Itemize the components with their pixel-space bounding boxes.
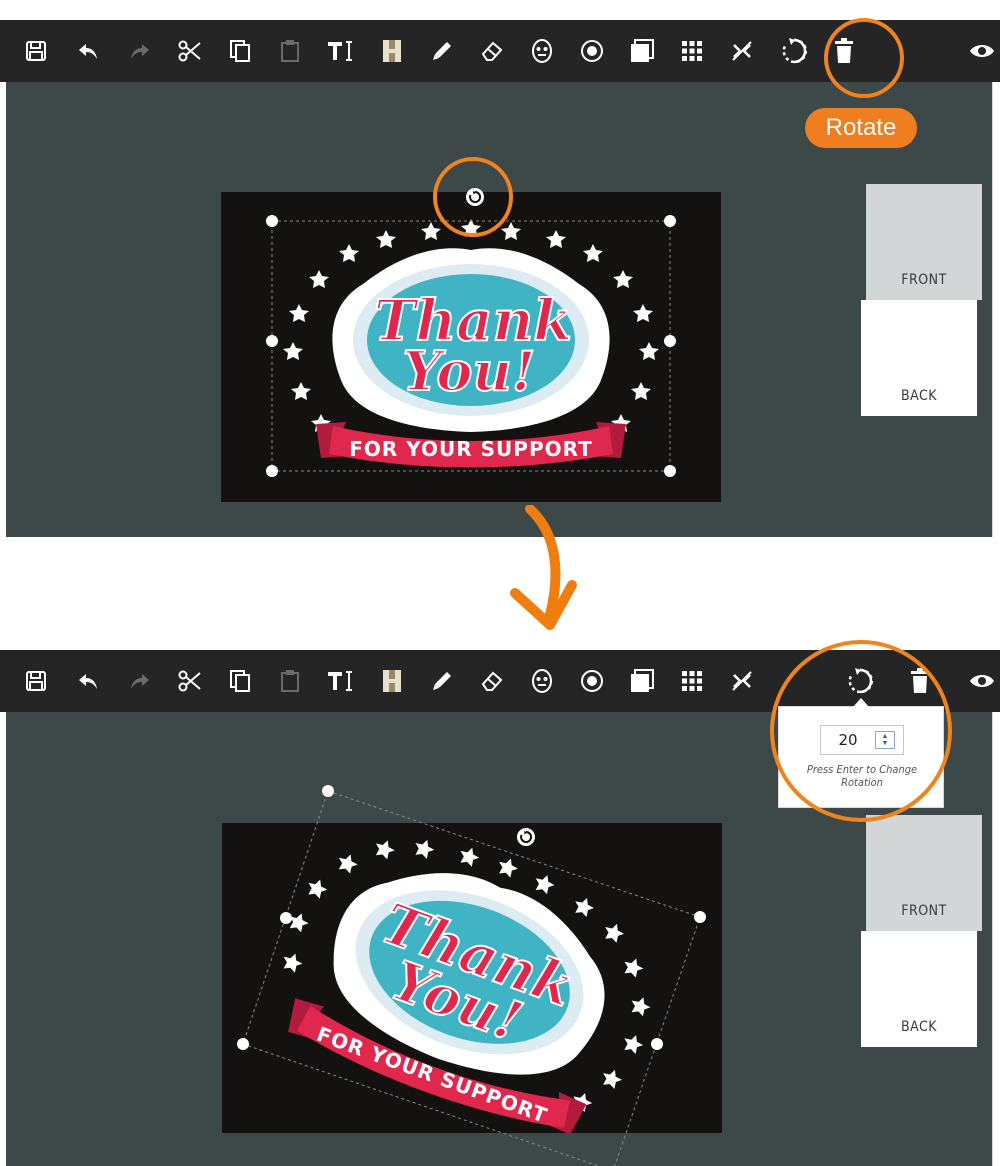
undo-icon[interactable]: [66, 20, 110, 82]
no-bleed-icon[interactable]: [720, 650, 764, 712]
add-image-icon[interactable]: [370, 20, 414, 82]
front-label: FRONT: [901, 903, 947, 919]
grid-icon[interactable]: [670, 650, 714, 712]
rotate-handle[interactable]: [517, 828, 535, 846]
highlight-ring-rotate-tool: [824, 18, 904, 98]
redo-icon[interactable]: [118, 20, 162, 82]
preview-icon[interactable]: [960, 20, 1000, 82]
sticker-icon[interactable]: [570, 650, 614, 712]
preview-icon[interactable]: [960, 650, 1000, 712]
sticker-icon[interactable]: [570, 20, 614, 82]
highlight-ring-rotate-handle: [433, 157, 513, 237]
add-text-icon[interactable]: [318, 20, 362, 82]
cut-icon[interactable]: [168, 20, 212, 82]
rotate-tooltip: Rotate: [805, 108, 917, 148]
copy-icon[interactable]: [218, 20, 262, 82]
design-canvas[interactable]: Thank You! FOR YOUR SUPPORT FRONT BACK: [6, 82, 992, 537]
eraser-icon[interactable]: [470, 650, 514, 712]
vertical-scrollbar[interactable]: [992, 82, 1000, 537]
no-bleed-icon[interactable]: [720, 20, 764, 82]
save-icon[interactable]: [14, 20, 58, 82]
eraser-icon[interactable]: [470, 20, 514, 82]
resize-handles: [266, 215, 676, 477]
highlight-ring-rotation-popup: [770, 640, 952, 822]
layers-icon[interactable]: [620, 20, 664, 82]
page-thumb-back[interactable]: BACK: [861, 931, 977, 1047]
step-arrow-icon: [510, 505, 577, 630]
mask-icon[interactable]: [520, 20, 564, 82]
draw-icon[interactable]: [420, 20, 464, 82]
copy-icon[interactable]: [218, 650, 262, 712]
mask-icon[interactable]: [520, 650, 564, 712]
vertical-scrollbar[interactable]: [992, 712, 1000, 1166]
redo-icon[interactable]: [118, 650, 162, 712]
add-image-icon[interactable]: [370, 650, 414, 712]
resize-handles: [237, 785, 706, 1050]
selection-box[interactable]: [6, 82, 992, 537]
back-label: BACK: [900, 388, 938, 404]
page-thumb-back[interactable]: BACK: [861, 300, 977, 416]
cut-icon[interactable]: [168, 650, 212, 712]
add-text-icon[interactable]: [318, 650, 362, 712]
draw-icon[interactable]: [420, 650, 464, 712]
page-thumb-front[interactable]: FRONT: [866, 184, 982, 300]
back-label: BACK: [900, 1019, 938, 1035]
save-icon[interactable]: [14, 650, 58, 712]
layers-icon[interactable]: [620, 650, 664, 712]
page-thumb-front[interactable]: FRONT: [866, 815, 982, 931]
front-label: FRONT: [901, 272, 947, 288]
undo-icon[interactable]: [66, 650, 110, 712]
paste-icon[interactable]: [268, 20, 312, 82]
paste-icon[interactable]: [268, 650, 312, 712]
rotate-icon[interactable]: [772, 20, 816, 82]
grid-icon[interactable]: [670, 20, 714, 82]
